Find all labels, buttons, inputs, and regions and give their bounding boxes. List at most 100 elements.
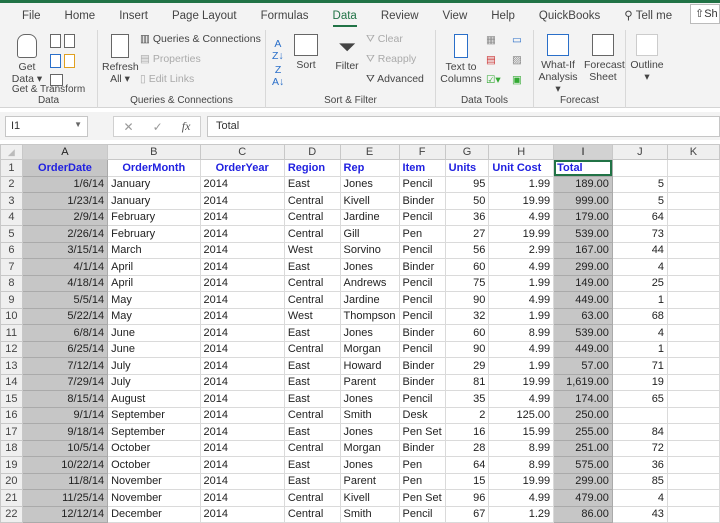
cell[interactable]: 36	[611, 456, 668, 474]
tab-help[interactable]: Help	[479, 3, 527, 30]
cell[interactable]: 8.99	[488, 324, 555, 342]
cell[interactable]: 19.99	[488, 373, 555, 391]
cell[interactable]: Central	[283, 192, 341, 210]
row-header[interactable]: 6	[0, 241, 23, 259]
cell[interactable]: Howard	[339, 357, 400, 375]
cell[interactable]: 60	[444, 258, 490, 276]
cell[interactable]: 90	[444, 291, 490, 309]
header-cell[interactable]: Unit Cost	[488, 159, 555, 177]
cell[interactable]: East	[283, 373, 341, 391]
cell[interactable]: Central	[283, 406, 341, 424]
cell[interactable]: Pen Set	[398, 489, 446, 507]
cell[interactable]: 2	[444, 406, 490, 424]
remove-duplicates-icon[interactable]: ▤	[486, 54, 496, 66]
cell[interactable]: November	[107, 489, 201, 507]
cell[interactable]: Jones	[339, 423, 400, 441]
cell[interactable]: 19	[611, 373, 668, 391]
cell[interactable]: 9/1/14	[21, 406, 109, 424]
column-header-B[interactable]: B	[107, 144, 201, 160]
cell[interactable]: 65	[611, 390, 668, 408]
cell[interactable]: 2014	[199, 324, 285, 342]
cell[interactable]: October	[107, 456, 201, 474]
cell[interactable]	[666, 472, 720, 490]
cell[interactable]	[666, 291, 720, 309]
cell[interactable]: 4.99	[488, 340, 555, 358]
cell[interactable]: 28	[444, 439, 490, 457]
header-cell[interactable]: OrderMonth	[107, 159, 201, 177]
cell[interactable]: 575.00	[553, 456, 613, 474]
row-header[interactable]: 16	[0, 406, 23, 424]
cell[interactable]: 6/8/14	[21, 324, 109, 342]
cell[interactable]: Morgan	[339, 340, 400, 358]
row-header[interactable]: 17	[0, 423, 23, 441]
from-text-icon[interactable]	[50, 34, 75, 51]
tab-data[interactable]: Data	[321, 3, 369, 30]
cell[interactable]: Central	[283, 208, 341, 226]
cell[interactable]: East	[283, 423, 341, 441]
cell[interactable]: Jones	[339, 456, 400, 474]
cell[interactable]: Central	[283, 505, 341, 523]
cell[interactable]: 189.00	[553, 175, 613, 193]
cell[interactable]: 449.00	[553, 340, 613, 358]
cell[interactable]: Thompson	[339, 307, 400, 325]
properties-button[interactable]: ▤ Properties	[140, 53, 201, 65]
cell[interactable]: 299.00	[553, 258, 613, 276]
cell[interactable]: 2014	[199, 307, 285, 325]
cell[interactable]: 90	[444, 340, 490, 358]
cell[interactable]: 12/12/14	[21, 505, 109, 523]
cell[interactable]	[666, 423, 720, 441]
cell[interactable]: 56	[444, 241, 490, 259]
cell[interactable]: 2/9/14	[21, 208, 109, 226]
cell[interactable]	[666, 175, 720, 193]
cell[interactable]	[666, 439, 720, 457]
cell[interactable]: 1.99	[488, 175, 555, 193]
forecast-sheet-button[interactable]: Forecast Sheet	[584, 34, 625, 83]
cell[interactable]: 7/29/14	[21, 373, 109, 391]
row-header[interactable]: 19	[0, 456, 23, 474]
cell[interactable]	[666, 258, 720, 276]
advanced-button[interactable]: ⛛ Advanced	[366, 73, 424, 85]
queries-connections-button[interactable]: ▥ Queries & Connections	[140, 33, 261, 45]
cell[interactable]	[611, 406, 668, 424]
cell[interactable]: Binder	[398, 357, 446, 375]
cell[interactable]: Pencil	[398, 340, 446, 358]
cell[interactable]: 7/12/14	[21, 357, 109, 375]
cell[interactable]: February	[107, 225, 201, 243]
cell[interactable]: 539.00	[553, 225, 613, 243]
row-header[interactable]: 13	[0, 357, 23, 375]
cell[interactable]: 5/5/14	[21, 291, 109, 309]
cell[interactable]: Parent	[339, 472, 400, 490]
cell[interactable]: East	[283, 456, 341, 474]
cell[interactable]: 4.99	[488, 489, 555, 507]
cell[interactable]	[666, 241, 720, 259]
tab-home[interactable]: Home	[53, 3, 108, 30]
enter-icon[interactable]: ✓	[153, 120, 163, 134]
cell[interactable]	[666, 357, 720, 375]
name-box[interactable]: I1 ▼	[5, 116, 88, 137]
cell[interactable]: 8.99	[488, 439, 555, 457]
tab-review[interactable]: Review	[369, 3, 431, 30]
cell[interactable]: 36	[444, 208, 490, 226]
cell[interactable]: Smith	[339, 505, 400, 523]
chevron-down-icon[interactable]: ▼	[74, 120, 82, 129]
cell[interactable]: 64	[611, 208, 668, 226]
cell[interactable]: Central	[283, 225, 341, 243]
cell[interactable]: December	[107, 505, 201, 523]
refresh-all-button[interactable]: Refresh All ▾	[102, 34, 139, 85]
header-cell[interactable]: Units	[444, 159, 490, 177]
cell[interactable]: Kivell	[339, 489, 400, 507]
cell[interactable]: 72	[611, 439, 668, 457]
column-header-F[interactable]: F	[398, 144, 446, 160]
cell[interactable]: 43	[611, 505, 668, 523]
cell[interactable]: Sorvino	[339, 241, 400, 259]
cell[interactable]: 95	[444, 175, 490, 193]
column-header-J[interactable]: J	[611, 144, 668, 160]
cell[interactable]: 29	[444, 357, 490, 375]
cell[interactable]: April	[107, 274, 201, 292]
cell[interactable]: 255.00	[553, 423, 613, 441]
cell[interactable]	[666, 406, 720, 424]
cell[interactable]	[666, 505, 720, 523]
cell[interactable]: 86.00	[553, 505, 613, 523]
cell[interactable]: 179.00	[553, 208, 613, 226]
cell[interactable]: 1,619.00	[553, 373, 613, 391]
